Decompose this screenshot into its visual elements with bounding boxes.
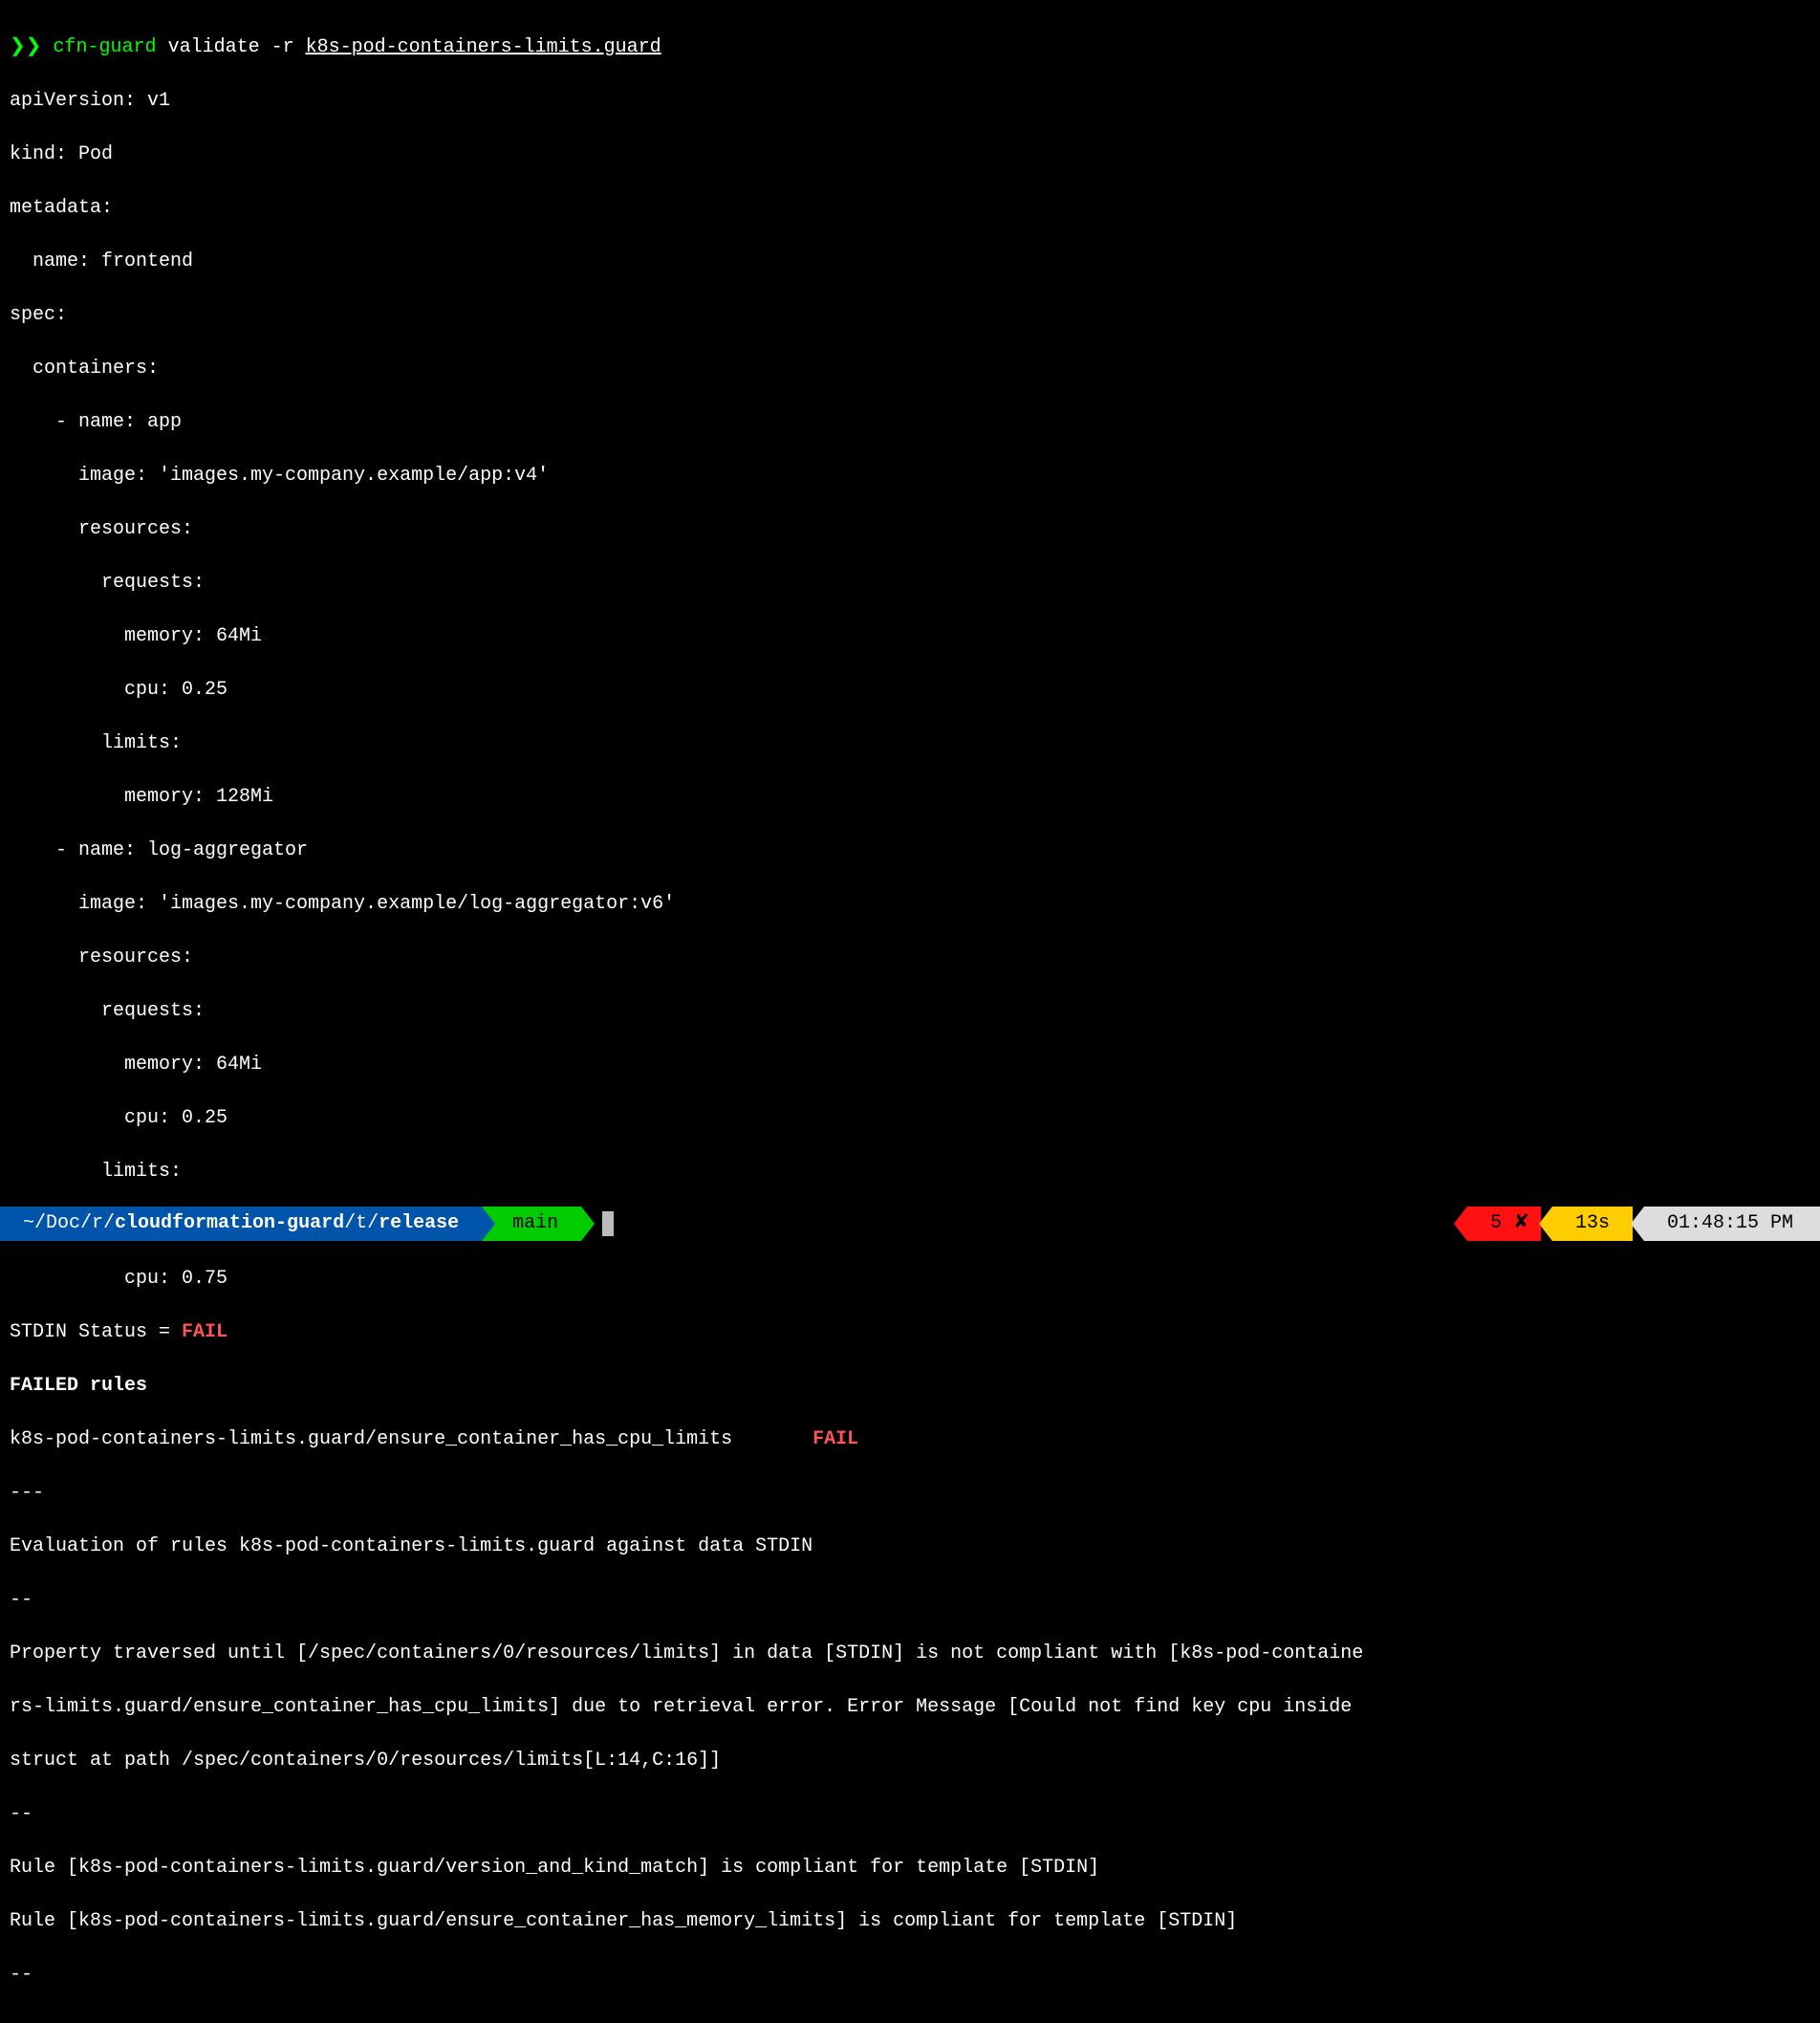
yaml-line: name: frontend xyxy=(10,249,1810,275)
eval-line: Evaluation of rules k8s-pod-containers-l… xyxy=(10,1534,1810,1560)
error-count-segment: 5 ✘ xyxy=(1467,1207,1541,1241)
rule-status: FAIL xyxy=(812,1428,858,1450)
compliant-line: Rule [k8s-pod-containers-limits.guard/ve… xyxy=(10,1855,1810,1882)
status-line: STDIN Status = FAIL xyxy=(10,1319,1810,1346)
yaml-line: memory: 64Mi xyxy=(10,1052,1810,1078)
yaml-line: cpu: 0.25 xyxy=(10,677,1810,704)
yaml-line: metadata: xyxy=(10,195,1810,222)
yaml-line: image: 'images.my-company.example/log-ag… xyxy=(10,891,1810,918)
yaml-line: kind: Pod xyxy=(10,141,1810,168)
command-args: validate -r xyxy=(157,36,306,58)
yaml-line: cpu: 0.25 xyxy=(10,1105,1810,1132)
yaml-line: containers: xyxy=(10,356,1810,382)
yaml-line: cpu: 0.75 xyxy=(10,1266,1810,1293)
right-status-group: 5 ✘ 13s 01:48:15 PM xyxy=(1454,1207,1820,1241)
terminal-output[interactable]: ❯❯ cfn-guard validate -r k8s-pod-contain… xyxy=(0,0,1820,2023)
yaml-line: resources: xyxy=(10,516,1810,543)
yaml-line: apiVersion: v1 xyxy=(10,88,1810,115)
arrow-icon xyxy=(581,1207,595,1241)
yaml-line: memory: 64Mi xyxy=(10,623,1810,650)
cross-icon: ✘ xyxy=(1513,1210,1529,1237)
arrow-icon xyxy=(482,1207,495,1241)
rule-name: k8s-pod-containers-limits.guard/ensure_c… xyxy=(10,1428,732,1450)
yaml-line: requests: xyxy=(10,570,1810,597)
divider: --- xyxy=(10,1480,1810,1507)
yaml-line: limits: xyxy=(10,730,1810,757)
prompt-line: ❯❯ cfn-guard validate -r k8s-pod-contain… xyxy=(10,34,1810,61)
error-line: rs-limits.guard/ensure_container_has_cpu… xyxy=(10,1694,1810,1721)
cursor-icon xyxy=(602,1211,614,1236)
command-file: k8s-pod-containers-limits.guard xyxy=(306,36,661,58)
duration-segment: 13s xyxy=(1552,1207,1633,1241)
error-line: Property traversed until [/spec/containe… xyxy=(10,1641,1810,1667)
status-value: FAIL xyxy=(182,1321,228,1343)
arrow-icon xyxy=(1454,1207,1467,1241)
yaml-line: memory: 128Mi xyxy=(10,784,1810,811)
divider: -- xyxy=(10,1587,1810,1614)
arrow-icon xyxy=(1539,1207,1552,1241)
command-name: cfn-guard xyxy=(54,36,157,58)
yaml-line: limits: xyxy=(10,1159,1810,1186)
divider: -- xyxy=(10,1962,1810,1989)
divider: -- xyxy=(10,1801,1810,1828)
compliant-line: Rule [k8s-pod-containers-limits.guard/en… xyxy=(10,1908,1810,1935)
yaml-line: requests: xyxy=(10,998,1810,1025)
path-segment: ~/Doc/r/cloudformation-guard/t/release xyxy=(0,1207,482,1241)
status-bar: ~/Doc/r/cloudformation-guard/t/release m… xyxy=(0,1207,1820,1241)
branch-segment: main xyxy=(482,1207,581,1241)
arrow-icon xyxy=(1631,1207,1644,1241)
rule-result-line: k8s-pod-containers-limits.guard/ensure_c… xyxy=(10,1426,1810,1453)
error-line: struct at path /spec/containers/0/resour… xyxy=(10,1748,1810,1774)
yaml-line: spec: xyxy=(10,302,1810,329)
yaml-line: resources: xyxy=(10,945,1810,971)
failed-rules-header: FAILED rules xyxy=(10,1373,1810,1400)
yaml-line: - name: log-aggregator xyxy=(10,837,1810,864)
yaml-line: image: 'images.my-company.example/app:v4… xyxy=(10,463,1810,489)
status-prefix: STDIN Status = xyxy=(10,1321,182,1343)
yaml-line: - name: app xyxy=(10,409,1810,436)
clock-segment: 01:48:15 PM xyxy=(1644,1207,1820,1241)
prompt-chars: ❯❯ xyxy=(10,36,42,58)
